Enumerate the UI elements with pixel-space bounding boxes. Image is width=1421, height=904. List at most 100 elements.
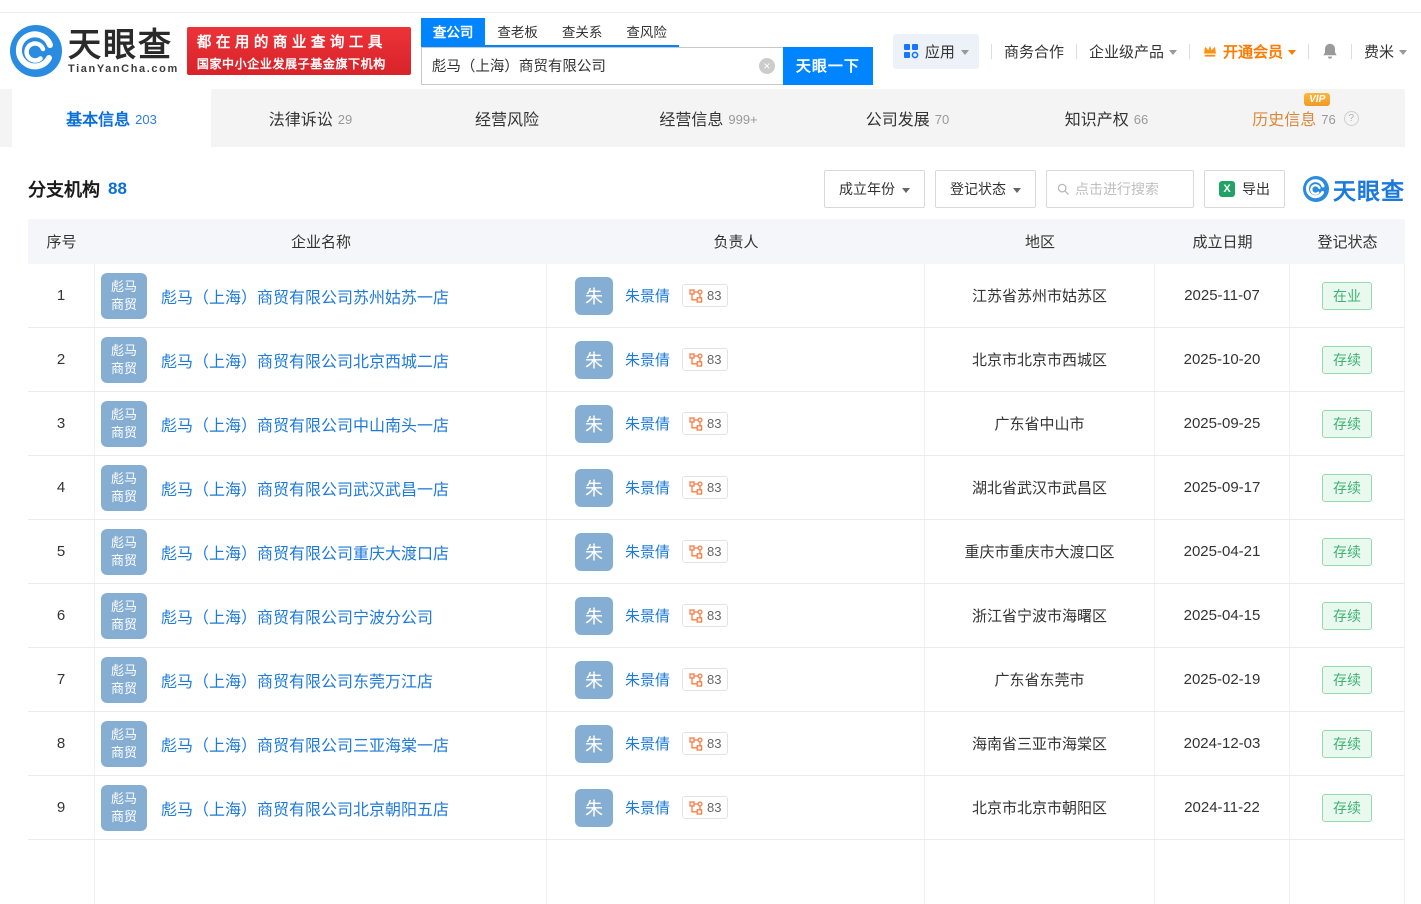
nav-enterprise-products[interactable]: 企业级产品 <box>1089 41 1177 62</box>
region-cell: 广东省中山市 <box>925 392 1155 455</box>
branch-search-box[interactable] <box>1046 170 1194 208</box>
company-name-link[interactable]: 彪马（上海）商贸有限公司东莞万江店 <box>161 668 433 692</box>
search-input[interactable] <box>420 46 783 85</box>
person-name-link[interactable]: 朱景倩 <box>625 285 670 306</box>
chevron-down-icon <box>1287 49 1296 55</box>
promo-line2: 国家中小企业发展子基金旗下机构 <box>196 56 386 71</box>
search-tab-company[interactable]: 查公司 <box>420 17 486 45</box>
status-badge: 在业 <box>1322 281 1372 310</box>
avatar[interactable]: 朱 <box>575 340 613 379</box>
founding-year-filter[interactable]: 成立年份 <box>824 170 925 208</box>
avatar[interactable]: 朱 <box>575 404 613 443</box>
relation-count: 83 <box>707 288 722 303</box>
tab-operating-info[interactable]: 经营信息 999+ <box>609 89 808 147</box>
excel-icon: X <box>1219 181 1235 197</box>
branch-search-input[interactable] <box>1075 181 1183 197</box>
relation-count: 83 <box>707 352 722 367</box>
relation-graph-badge[interactable]: 83 <box>682 732 729 755</box>
avatar[interactable]: 朱 <box>575 724 613 763</box>
person-name-link[interactable]: 朱景倩 <box>625 669 670 690</box>
company-logo[interactable]: 彪马 商贸 <box>101 400 147 447</box>
user-menu[interactable]: 费米 <box>1364 41 1407 62</box>
avatar[interactable]: 朱 <box>575 468 613 507</box>
help-icon[interactable]: ? <box>1343 110 1359 126</box>
apps-menu[interactable]: 应用 <box>892 33 979 69</box>
company-logo[interactable]: 彪马 商贸 <box>101 528 147 575</box>
avatar[interactable]: 朱 <box>575 660 613 699</box>
avatar[interactable]: 朱 <box>575 788 613 827</box>
person-name-link[interactable]: 朱景倩 <box>625 541 670 562</box>
company-name-link[interactable]: 彪马（上海）商贸有限公司武汉武昌一店 <box>161 476 449 500</box>
company-name-link[interactable]: 彪马（上海）商贸有限公司北京朝阳五店 <box>161 796 449 820</box>
col-header-region: 地区 <box>1024 234 1055 251</box>
company-name-link[interactable]: 彪马（上海）商贸有限公司苏州姑苏一店 <box>161 284 449 308</box>
search-button[interactable]: 天眼一下 <box>782 46 873 85</box>
search-tabs: 查公司 查老板 查关系 查风险 <box>420 17 679 47</box>
clear-input-icon[interactable]: × <box>758 57 775 74</box>
brand-logo[interactable]: 天眼查 TianYanCha.com <box>10 25 179 77</box>
company-logo[interactable]: 彪马 商贸 <box>101 464 147 511</box>
company-name-link[interactable]: 彪马（上海）商贸有限公司北京西城二店 <box>161 348 449 372</box>
table-row: 3 彪马 商贸 彪马（上海）商贸有限公司中山南头一店 朱 朱景倩 83 广东省中… <box>28 392 1405 456</box>
tab-operating-risk[interactable]: 经营风险 <box>410 89 609 147</box>
tab-history-info[interactable]: 历史信息 VIP 76 ? <box>1206 89 1405 147</box>
person-name-link[interactable]: 朱景倩 <box>625 605 670 626</box>
notifications-bell[interactable] <box>1321 42 1339 60</box>
search-tab-risk[interactable]: 查风险 <box>614 18 679 45</box>
relation-graph-badge[interactable]: 83 <box>682 348 729 371</box>
nav-open-membership[interactable]: 开通会员 <box>1202 41 1296 62</box>
person-name-link[interactable]: 朱景倩 <box>625 349 670 370</box>
company-name-link[interactable]: 彪马（上海）商贸有限公司三亚海棠一店 <box>161 732 449 756</box>
chevron-down-icon <box>960 49 969 55</box>
company-logo[interactable]: 彪马 商贸 <box>101 784 147 831</box>
region-cell: 江苏省苏州市姑苏区 <box>925 264 1155 327</box>
avatar[interactable]: 朱 <box>575 276 613 315</box>
relation-count: 83 <box>707 736 722 751</box>
region-cell: 浙江省宁波市海曙区 <box>925 584 1155 647</box>
company-logo[interactable]: 彪马 商贸 <box>101 336 147 383</box>
search-tab-boss[interactable]: 查老板 <box>485 18 550 45</box>
search-tab-relation[interactable]: 查关系 <box>550 18 615 45</box>
registration-status-filter[interactable]: 登记状态 <box>935 170 1036 208</box>
company-name-link[interactable]: 彪马（上海）商贸有限公司中山南头一店 <box>161 412 449 436</box>
table-row: 8 彪马 商贸 彪马（上海）商贸有限公司三亚海棠一店 朱 朱景倩 83 海南省三… <box>28 712 1405 776</box>
row-number: 2 <box>28 328 95 391</box>
relation-graph-badge[interactable]: 83 <box>682 284 729 307</box>
avatar[interactable]: 朱 <box>575 596 613 635</box>
relation-graph-badge[interactable]: 83 <box>682 476 729 499</box>
col-header-date: 成立日期 <box>1192 234 1253 251</box>
company-name-link[interactable]: 彪马（上海）商贸有限公司重庆大渡口店 <box>161 540 449 564</box>
relation-graph-icon <box>689 288 703 303</box>
relation-graph-badge[interactable]: 83 <box>682 668 729 691</box>
tab-company-development[interactable]: 公司发展 70 <box>808 89 1007 147</box>
person-name-link[interactable]: 朱景倩 <box>625 797 670 818</box>
relation-count: 83 <box>707 800 722 815</box>
avatar[interactable]: 朱 <box>575 532 613 571</box>
person-name-link[interactable]: 朱景倩 <box>625 413 670 434</box>
relation-graph-badge[interactable]: 83 <box>682 412 729 435</box>
tab-intellectual-property[interactable]: 知识产权 66 <box>1007 89 1206 147</box>
export-button[interactable]: X 导出 <box>1204 170 1285 208</box>
person-name-link[interactable]: 朱景倩 <box>625 477 670 498</box>
company-logo[interactable]: 彪马 商贸 <box>101 592 147 639</box>
status-badge: 存续 <box>1322 473 1372 502</box>
relation-graph-badge[interactable]: 83 <box>682 796 729 819</box>
company-logo[interactable]: 彪马 商贸 <box>101 720 147 767</box>
date-cell: 2025-10-20 <box>1155 328 1290 391</box>
date-cell: 2025-04-21 <box>1155 520 1290 583</box>
relation-count: 83 <box>707 480 722 495</box>
person-name-link[interactable]: 朱景倩 <box>625 733 670 754</box>
relation-graph-badge[interactable]: 83 <box>682 604 729 627</box>
tab-legal-litigation[interactable]: 法律诉讼 29 <box>211 89 410 147</box>
company-logo[interactable]: 彪马 商贸 <box>101 272 147 319</box>
status-badge: 存续 <box>1322 793 1372 822</box>
tab-basic-info[interactable]: 基本信息 203 <box>12 89 211 147</box>
company-logo[interactable]: 彪马 商贸 <box>101 656 147 703</box>
relation-count: 83 <box>707 416 722 431</box>
apps-grid-icon <box>903 44 919 59</box>
bell-icon <box>1323 43 1337 59</box>
relation-graph-badge[interactable]: 83 <box>682 540 729 563</box>
region-cell: 北京市北京市西城区 <box>925 328 1155 391</box>
nav-business-cooperation[interactable]: 商务合作 <box>1004 41 1064 62</box>
company-name-link[interactable]: 彪马（上海）商贸有限公司宁波分公司 <box>161 604 433 628</box>
